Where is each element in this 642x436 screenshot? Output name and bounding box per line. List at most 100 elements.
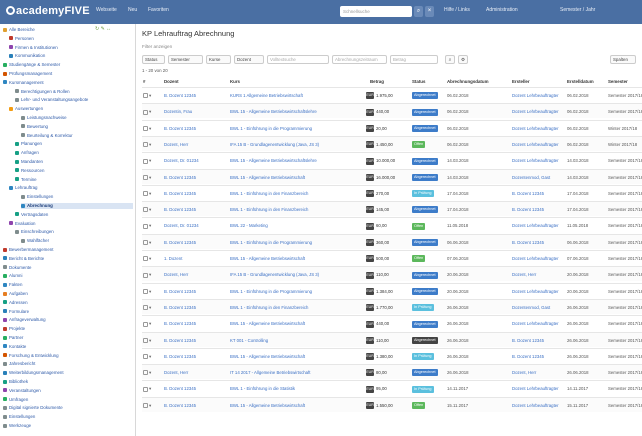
chevron-down-icon[interactable]: ▾ — [149, 386, 151, 391]
fulltext-search-input[interactable]: Volltextsuche — [267, 55, 329, 64]
edit-icon[interactable] — [143, 403, 148, 409]
sidebar-item[interactable]: Weiterbildungsmanagement — [3, 370, 133, 376]
edit-icon[interactable] — [143, 125, 148, 131]
row-status[interactable]: Abgerechnet — [412, 104, 444, 119]
col-header-kurs[interactable]: Kurs — [230, 77, 310, 86]
chevron-down-icon[interactable]: ▾ — [149, 223, 151, 228]
sidebar-item[interactable]: Formulare — [3, 309, 133, 315]
sidebar-item[interactable]: Leistungsnachweise — [21, 115, 133, 121]
col-header-semester[interactable]: Semester — [608, 77, 642, 86]
row-dozent[interactable]: B. Dozent 12345 — [164, 88, 226, 103]
chevron-down-icon[interactable]: ▾ — [149, 354, 151, 359]
row-dozent[interactable]: B. Dozent 12345 — [164, 186, 226, 201]
table-row[interactable]: ▾ Dozentin, Frau BWL 15 - Allgemeine Betri… — [142, 103, 642, 119]
row-actions[interactable]: ▾ — [143, 88, 161, 103]
sidebar-item[interactable]: Planungen — [15, 141, 133, 147]
row-betrag[interactable]: EUR 500,00 — [366, 251, 410, 266]
nav-neu[interactable]: Neu — [128, 7, 137, 13]
nav-hilfe-links[interactable]: Hilfe / Links — [444, 7, 470, 13]
edit-icon[interactable] — [143, 240, 148, 246]
row-kurs[interactable]: BWL 1 - Einführung in die Programmierung — [230, 235, 362, 250]
row-betrag[interactable]: EUR 110,00 — [366, 333, 410, 348]
row-actions[interactable]: ▾ — [143, 333, 161, 348]
billing-period-input[interactable]: Abrechnungszeitraum — [332, 55, 387, 64]
sidebar-item[interactable]: Ressourcen — [15, 168, 133, 174]
table-row[interactable]: ▾ B. Dozent 12345 KT 001 - Controlling EUR 1… — [142, 331, 642, 348]
row-kurs[interactable]: KT 001 - Controlling — [230, 333, 362, 348]
chevron-down-icon[interactable]: ▾ — [149, 289, 151, 294]
row-kurs[interactable]: BWL 15 - Allgemeine Betriebswirtschaft — [230, 170, 362, 185]
sidebar-item[interactable]: Abrechnung — [21, 203, 133, 209]
filter-kurse-dropdown[interactable]: Kurse — [206, 55, 231, 64]
chevron-down-icon[interactable]: ▾ — [149, 93, 151, 98]
chevron-down-icon[interactable]: ▾ — [149, 272, 151, 277]
row-dozent[interactable]: B. Dozent 12345 — [164, 170, 226, 185]
row-ersteller[interactable]: Dozent Lehrbeauftragter — [512, 137, 564, 152]
chevron-down-icon[interactable]: ▾ — [149, 126, 151, 131]
sidebar-item[interactable]: Alumni — [3, 273, 133, 279]
sidebar-item[interactable]: Digital signierte Dokumente — [3, 405, 133, 411]
row-ersteller[interactable]: B. Dozent 12345 — [512, 186, 564, 201]
row-dozent[interactable]: Dozent, Dr. 01234 — [164, 153, 226, 168]
row-status[interactable]: Abgerechnet — [412, 202, 444, 217]
row-ersteller[interactable]: B. Dozent 12345 — [512, 235, 564, 250]
row-dozent[interactable]: B. Dozent 12345 — [164, 333, 226, 348]
row-dozent[interactable]: Dozent, Dr. 01234 — [164, 218, 226, 233]
row-betrag[interactable]: EUR 60,00 — [366, 218, 410, 233]
chevron-down-icon[interactable]: ▾ — [149, 240, 151, 245]
amount-input[interactable]: Betrag — [390, 55, 438, 64]
col-header-status[interactable]: Status — [412, 77, 442, 86]
row-ersteller[interactable]: Dozent Lehrbeauftragter — [512, 251, 564, 266]
sidebar-item[interactable]: Dokumente — [3, 265, 133, 271]
chevron-down-icon[interactable]: ▾ — [149, 256, 151, 261]
sidebar-item[interactable]: Einschreibungen — [15, 229, 133, 235]
chevron-down-icon[interactable]: ▾ — [149, 158, 151, 163]
row-status[interactable]: Abgerechnet — [412, 267, 444, 282]
col-header-dozent[interactable]: Dozent — [164, 77, 214, 86]
edit-icon[interactable] — [143, 321, 148, 327]
row-dozent[interactable]: 1. Dozent — [164, 251, 226, 266]
quick-search-input[interactable]: Schnellsuche — [340, 6, 412, 17]
chevron-down-icon[interactable]: ▾ — [149, 403, 151, 408]
row-actions[interactable]: ▾ — [143, 365, 161, 380]
row-actions[interactable]: ▾ — [143, 398, 161, 413]
nav-webseite[interactable]: Webseite — [96, 7, 117, 13]
row-kurs[interactable]: BWL 15 - Allgemeine Betriebswirtschaft — [230, 316, 362, 331]
row-betrag[interactable]: EUR 95,00 — [366, 381, 410, 396]
row-actions[interactable]: ▾ — [143, 235, 161, 250]
row-dozent[interactable]: B. Dozent 12345 — [164, 381, 226, 396]
sidebar-item[interactable]: Projekte — [3, 326, 133, 332]
row-kurs[interactable]: BWL 1 - Einführung in den Finanzbereich — [230, 186, 362, 201]
row-ersteller[interactable]: B. Dozent 12345 — [512, 202, 564, 217]
sidebar-item[interactable]: Forschung & Entwicklung — [3, 353, 133, 359]
row-status[interactable]: Offen — [412, 251, 444, 266]
row-dozent[interactable]: B. Dozent 12345 — [164, 284, 226, 299]
row-betrag[interactable]: EUR 440,00 — [366, 104, 410, 119]
sidebar-item[interactable]: Bibliothek — [3, 379, 133, 385]
row-kurs[interactable]: IFA 15 B - Grundlagenentwicklung (Java, … — [230, 137, 362, 152]
row-betrag[interactable]: EUR 440,00 — [366, 316, 410, 331]
table-row[interactable]: ▾ Dozent, Dr. 01234 BWL 15 - Allgemeine Be… — [142, 152, 642, 167]
sidebar-item[interactable]: Studiengänge & Semester — [3, 62, 133, 68]
edit-icon[interactable] — [143, 386, 148, 392]
sidebar-item[interactable]: Werkzeuge — [3, 423, 133, 429]
sidebar-item[interactable]: Bewertung — [21, 124, 133, 130]
row-ersteller[interactable]: Dozent Lehrbeauftragter — [512, 121, 564, 136]
sidebar-item[interactable]: Bericht & Berichte — [3, 256, 133, 262]
table-row[interactable]: ▾ Dozent, Herr IFA 15 B - Grundlagenentwic… — [142, 135, 642, 152]
row-betrag[interactable]: EUR 270,00 — [366, 186, 410, 201]
row-betrag[interactable]: EUR 1.770,00 — [366, 300, 410, 315]
row-dozent[interactable]: B. Dozent 12345 — [164, 235, 226, 250]
table-row[interactable]: ▾ B. Dozent 12345 BWL 1 - Einführung in de… — [142, 184, 642, 201]
row-actions[interactable]: ▾ — [143, 121, 161, 136]
row-status[interactable]: In Prüfung — [412, 186, 444, 201]
edit-icon[interactable] — [143, 370, 148, 376]
table-row[interactable]: ▾ B. Dozent 12345 BWL 15 - Allgemeine Betr… — [142, 168, 642, 185]
row-status[interactable]: In Prüfung — [412, 349, 444, 364]
row-betrag[interactable]: EUR 1.450,00 — [366, 137, 410, 152]
col-header-abrechnungsdatum[interactable]: Abrechnungsdatum — [447, 77, 507, 86]
sidebar-item[interactable]: Lehr- und Veranstaltungsangebote — [15, 97, 133, 103]
edit-icon[interactable] — [143, 158, 148, 164]
row-status[interactable]: Abgerechnet — [412, 88, 444, 103]
sidebar-item[interactable]: Personen — [9, 36, 133, 42]
